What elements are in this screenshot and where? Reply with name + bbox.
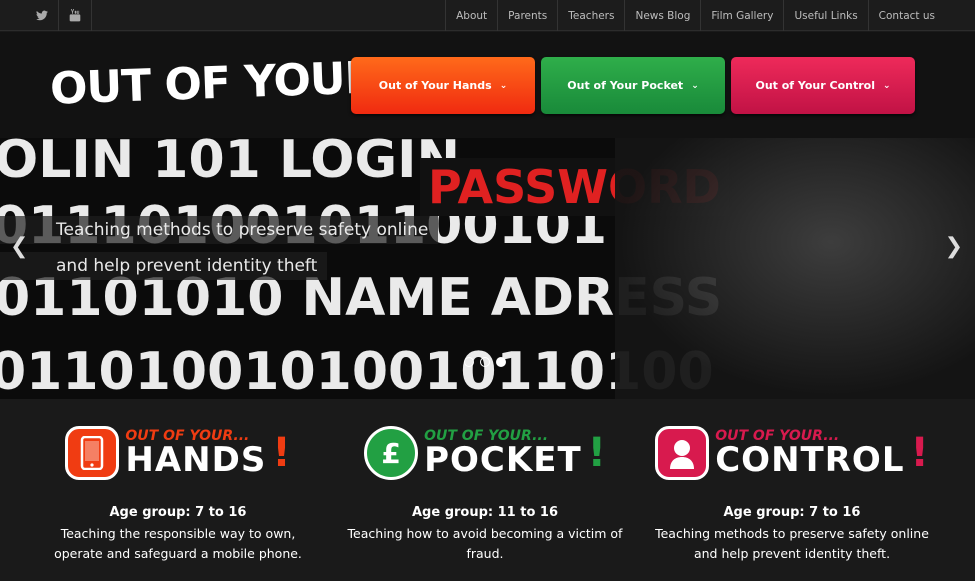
slider-dot-active[interactable] (496, 357, 506, 367)
badge-big-text: POCKET (424, 440, 582, 480)
slider-dot[interactable] (464, 357, 474, 367)
chevron-left-icon[interactable]: ❮ (10, 234, 28, 259)
logo-text: OUT OF YOUR (49, 52, 379, 115)
feature-hands[interactable]: OUT OF YOUR... HANDS ! Age group: 7 to 1… (28, 399, 328, 564)
topnav-news-blog[interactable]: News Blog (624, 0, 700, 31)
badge-big-text: HANDS (125, 440, 267, 480)
feature-description: Teaching the responsible way to own, ope… (54, 526, 302, 561)
slide-bg-text: OLIN 101 LOGIN (0, 138, 460, 190)
nav-pocket-label: Out of Your Pocket (567, 79, 684, 92)
slider-dot[interactable] (480, 357, 490, 367)
age-group: Age group: 7 to 16 (723, 505, 861, 520)
chevron-right-icon[interactable]: ❯ (945, 234, 963, 259)
slider-pagination (464, 357, 506, 367)
pocket-badge[interactable]: £ OUT OF YOUR... POCKET ! (335, 421, 635, 485)
topnav-parents[interactable]: Parents (497, 0, 557, 31)
nav-out-of-your-hands[interactable]: Out of Your Hands ⌄ (351, 57, 535, 114)
hero-slider: OLIN 101 LOGIN 01110100101100101 0110101… (0, 138, 975, 399)
hands-badge[interactable]: OUT OF YOUR... HANDS ! (28, 421, 328, 485)
feature-control[interactable]: OUT OF YOUR... CONTROL ! Age group: 7 to… (642, 399, 942, 564)
pound-coin-icon: £ (364, 426, 419, 480)
twitter-icon[interactable] (26, 0, 59, 31)
site-header: OUT OF YOUR . Out of Your Hands ⌄ Out of… (0, 32, 975, 138)
chevron-down-icon: ⌄ (691, 80, 699, 91)
top-bar: About Parents Teachers News Blog Film Ga… (0, 0, 975, 31)
topnav-film-gallery[interactable]: Film Gallery (700, 0, 783, 31)
feature-pocket[interactable]: £ OUT OF YOUR... POCKET ! Age group: 11 … (335, 399, 635, 564)
badge-exclamation: ! (910, 430, 929, 476)
topnav-useful-links[interactable]: Useful Links (783, 0, 867, 31)
nav-hands-label: Out of Your Hands (378, 79, 492, 92)
badge-big-text: CONTROL (715, 440, 905, 480)
slide-caption-line-2: and help prevent identity theft (0, 252, 328, 280)
topnav-contact-us[interactable]: Contact us (867, 0, 945, 31)
chevron-down-icon: ⌄ (499, 80, 508, 91)
age-group: Age group: 7 to 16 (109, 505, 247, 520)
feature-description: Teaching how to avoid becoming a victim … (347, 526, 623, 561)
topnav-teachers[interactable]: Teachers (557, 0, 624, 31)
age-group: Age group: 11 to 16 (411, 505, 559, 520)
badge-exclamation: ! (272, 430, 291, 476)
slide-caption-line-1: Teaching methods to preserve safety onli… (0, 216, 439, 244)
slide-bg-text: 01101001010010110100 (0, 342, 714, 399)
slide-hand-image (615, 138, 975, 399)
person-head-icon (655, 426, 710, 480)
topnav-about[interactable]: About (445, 0, 497, 31)
social-links (26, 0, 92, 31)
features-section: OUT OF YOUR... HANDS ! Age group: 7 to 1… (0, 399, 975, 581)
chevron-down-icon: ⌄ (882, 80, 891, 91)
feature-description: Teaching methods to preserve safety onli… (655, 526, 929, 561)
youtube-icon[interactable] (59, 0, 92, 31)
nav-out-of-your-control[interactable]: Out of Your Control ⌄ (731, 57, 915, 114)
mobile-phone-icon (65, 426, 120, 480)
top-nav: About Parents Teachers News Blog Film Ga… (445, 0, 945, 31)
nav-control-label: Out of Your Control (755, 79, 875, 92)
badge-exclamation: ! (587, 430, 606, 476)
control-badge[interactable]: OUT OF YOUR... CONTROL ! (642, 421, 942, 485)
nav-out-of-your-pocket[interactable]: Out of Your Pocket ⌄ (541, 57, 725, 114)
